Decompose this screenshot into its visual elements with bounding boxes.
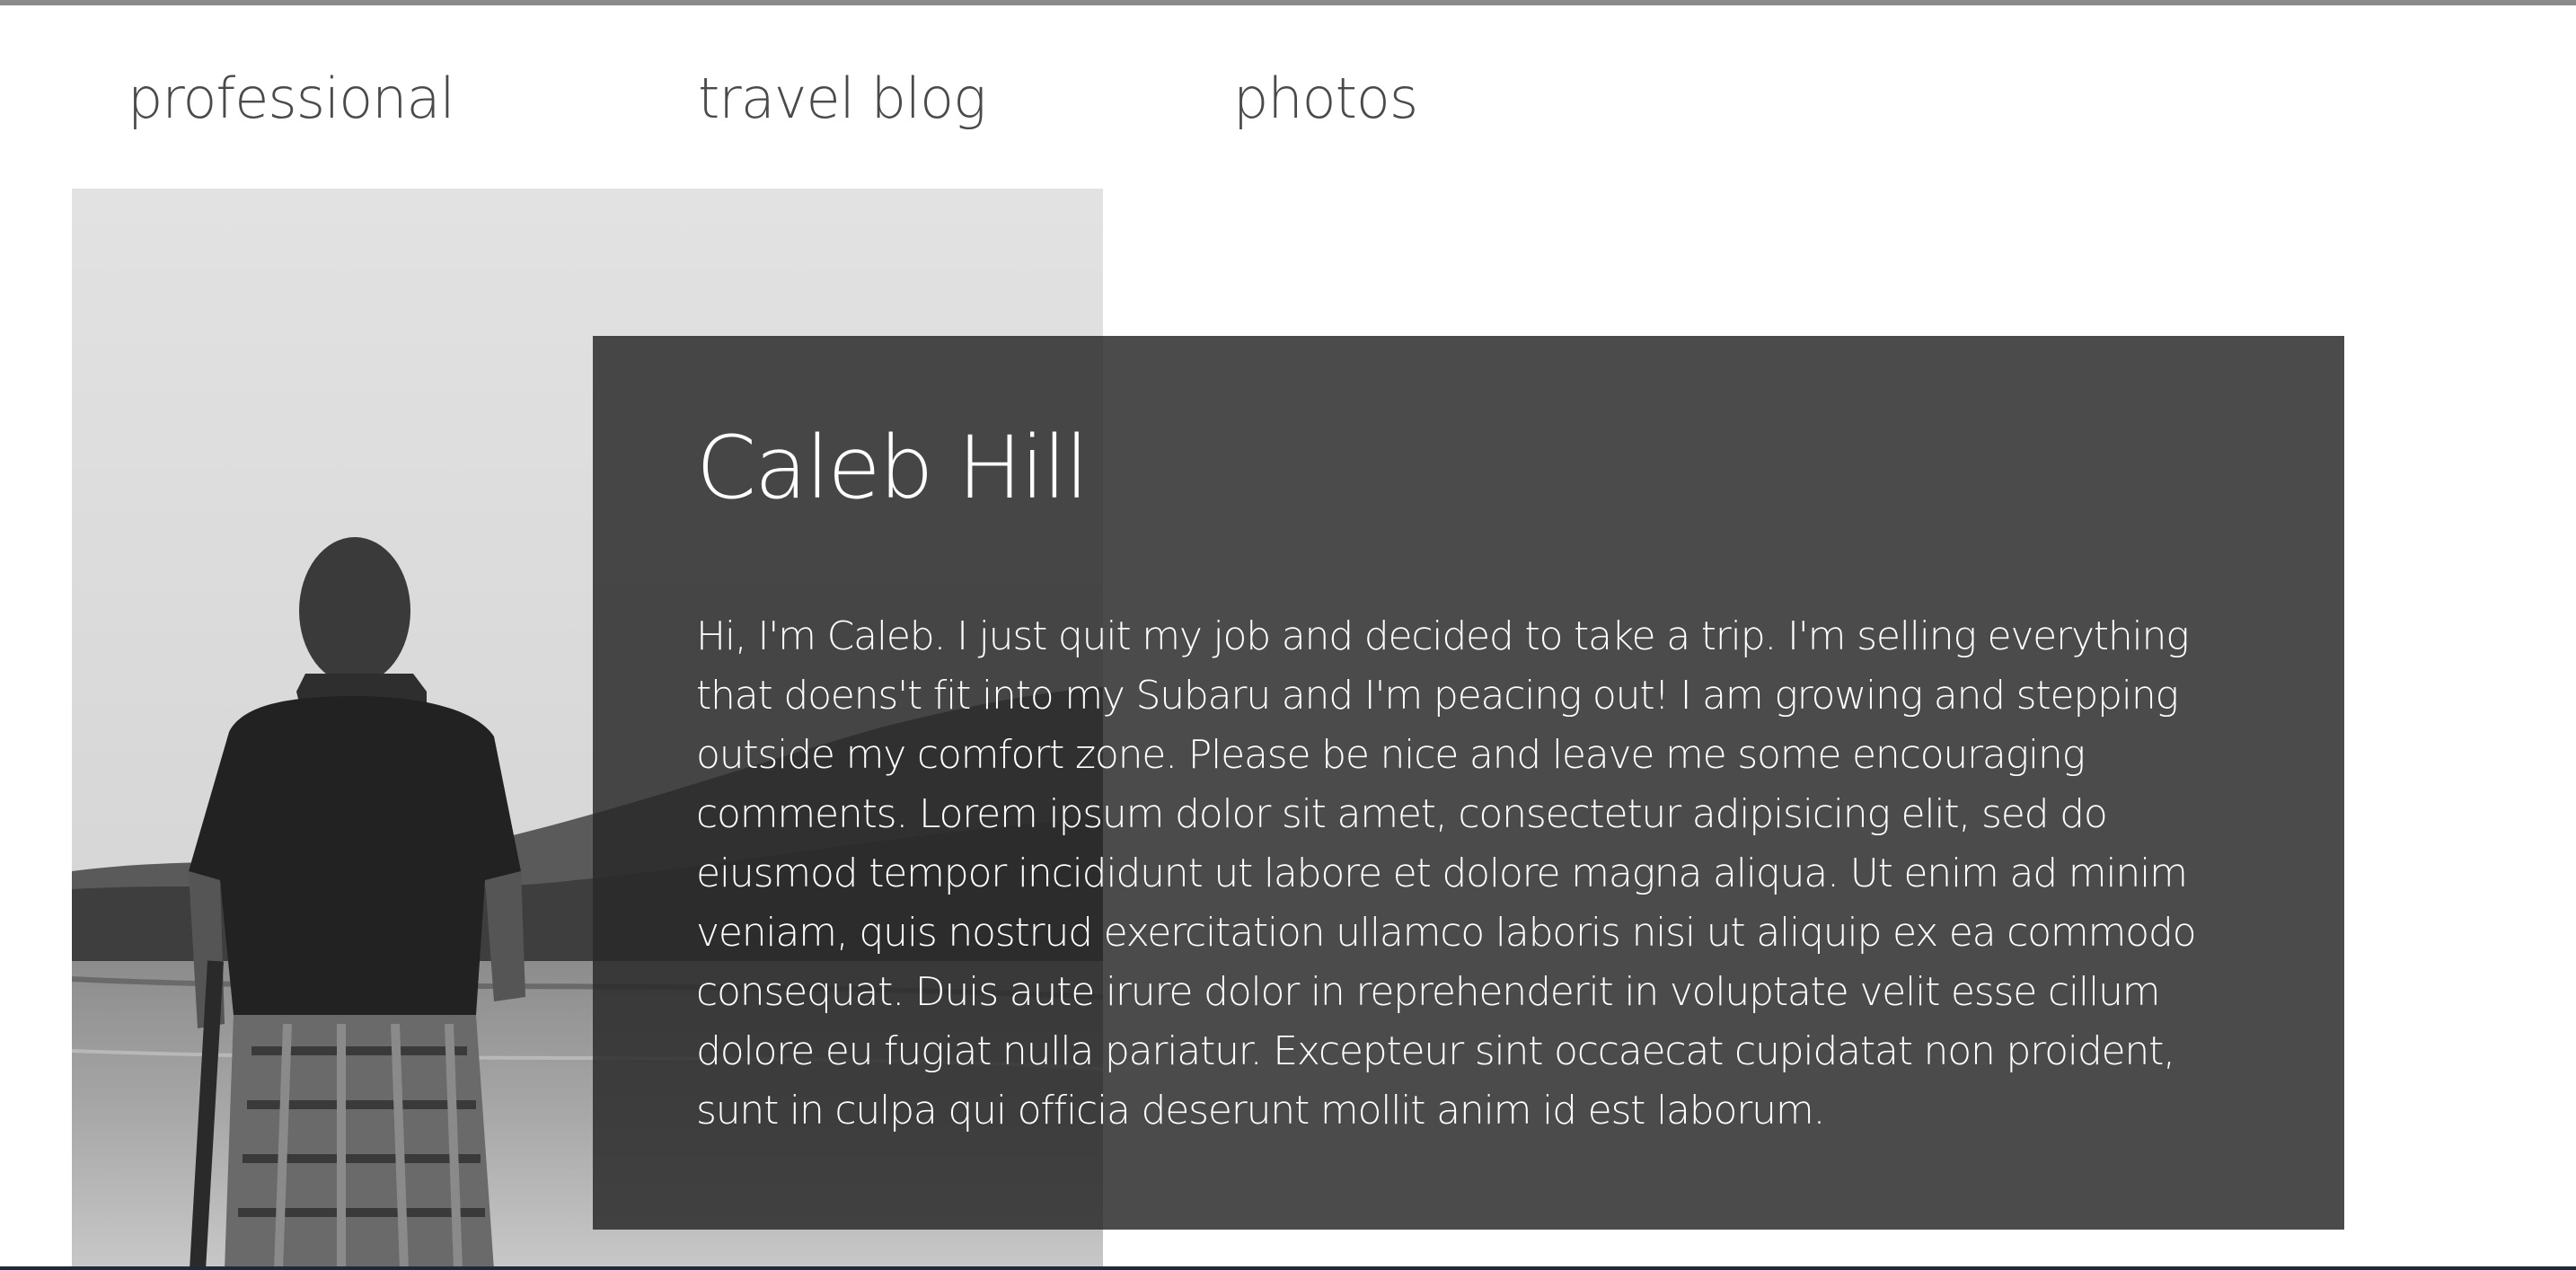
intro-paragraph: Hi, I'm Caleb. I just quit my job and de… bbox=[696, 613, 2197, 1133]
page: professional travel blog photos Caleb Hi… bbox=[0, 0, 2576, 1270]
nav-link-photos[interactable]: photos bbox=[1233, 63, 1418, 135]
bottom-edge bbox=[0, 1266, 2576, 1270]
intro-card: Caleb Hill Hi, I'm Caleb. I just quit my… bbox=[593, 336, 2344, 1230]
top-divider bbox=[0, 0, 2576, 5]
nav-link-travel-blog[interactable]: travel blog bbox=[698, 63, 986, 135]
page-title: Caleb Hill bbox=[696, 418, 1089, 518]
nav-link-professional[interactable]: professional bbox=[128, 63, 455, 135]
